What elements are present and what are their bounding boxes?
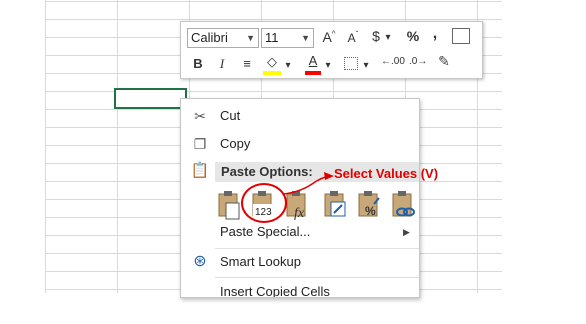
fill-color-button[interactable]: ◇ [263,53,281,75]
svg-text:fx: fx [294,206,305,220]
font-name-box[interactable]: Calibri ▼ [187,28,259,48]
borders-icon[interactable] [344,57,358,70]
align-center-icon[interactable]: ≡ [239,56,255,71]
chevron-down-icon[interactable]: ▾ [384,32,392,43]
menu-item-copy-label: Copy [220,136,251,151]
menu-item-cut-label: Cut [220,108,241,123]
smart-lookup-icon: ⊛ [193,253,207,270]
menu-item-insert-copied-cells-label: Insert Copied Cells [220,284,330,298]
menu-item-paste-special-label: Paste Special... [220,224,311,239]
decrease-font-button[interactable]: Aˇ [345,30,361,45]
copy-icon: ❐ [193,136,207,152]
decrease-decimal-button[interactable]: .0→ [409,56,427,67]
font-color-swatch [305,71,321,75]
italic-button[interactable]: I [215,56,229,72]
annotation-label: Select Values (V) [334,166,439,181]
paste-formatting-icon[interactable]: % [357,190,381,220]
annotation-arrow [283,172,334,195]
comma-style-button[interactable]: , [430,25,440,43]
paint-bucket-icon: ◇ [267,54,277,69]
bold-button[interactable]: B [191,56,205,71]
chevron-down-icon[interactable]: ▾ [362,60,370,71]
merge-center-icon[interactable] [452,28,470,44]
accounting-format-button[interactable]: $ [369,28,383,44]
menu-divider [215,277,419,278]
menu-item-smart-lookup[interactable]: ⊛ Smart Lookup [181,250,419,274]
scissors-icon: ✂ [194,108,206,124]
chevron-right-icon: ▶ [403,227,410,237]
mini-toolbar: Calibri ▼ 11 ▼ A^ Aˇ $ ▾ % , B I ≡ ◇ ▾ A… [180,21,483,79]
context-menu: ✂ Cut ❐ Copy 📋 Paste Options: 123 fx % P… [180,98,420,298]
paste-icon: 📋 [190,162,210,179]
menu-item-cut[interactable]: ✂ Cut [181,104,419,128]
menu-item-paste-special[interactable]: Paste Special... ▶ [181,220,419,244]
chevron-down-icon[interactable]: ▾ [284,60,292,71]
percent-style-button[interactable]: % [405,28,421,44]
font-name-value: Calibri [191,30,228,45]
chevron-down-icon[interactable]: ▼ [301,29,310,47]
font-color-button[interactable]: A [305,53,321,75]
menu-divider [215,248,419,249]
paste-link-icon[interactable] [391,190,415,220]
fill-color-swatch [263,71,281,75]
chevron-down-icon[interactable]: ▼ [246,29,255,47]
svg-text:%: % [365,204,376,218]
menu-item-smart-lookup-label: Smart Lookup [220,254,301,269]
font-size-box[interactable]: 11 ▼ [261,28,314,48]
menu-item-copy[interactable]: ❐ Copy [181,132,419,156]
increase-decimal-button[interactable]: ←.00 [381,56,405,67]
increase-font-button[interactable]: A^ [321,29,337,45]
format-painter-icon[interactable]: ✎ [435,53,453,70]
menu-item-insert-copied-cells[interactable]: Insert Copied Cells [181,280,419,298]
font-size-value: 11 [265,30,279,45]
chevron-down-icon[interactable]: ▾ [324,60,332,71]
paste-icon[interactable] [217,190,241,220]
selected-cell[interactable] [114,88,187,109]
